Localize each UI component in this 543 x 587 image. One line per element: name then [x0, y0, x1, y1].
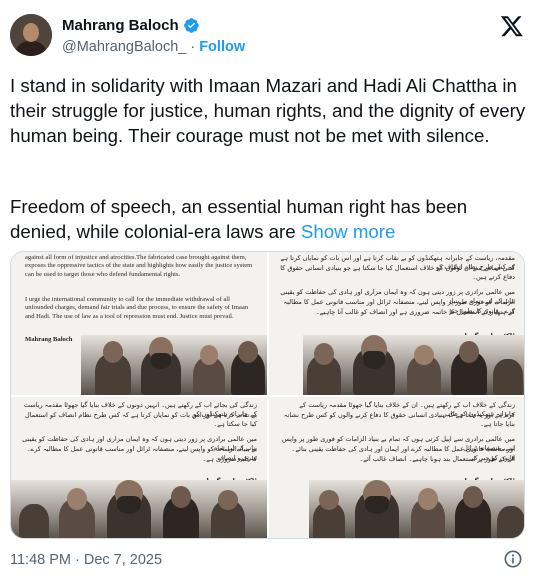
protest-photo [81, 335, 267, 395]
statement-signature: Mahrang Baloch [25, 336, 73, 343]
statement-text-english: against all form of injustice and atroci… [25, 254, 253, 278]
protest-photo [303, 335, 524, 395]
urdu-statement-line: بے نقاب کرتا ہے اور اس بات کو نمایاں کرت… [24, 411, 257, 428]
info-icon[interactable] [503, 549, 523, 569]
person-head [414, 345, 434, 365]
media-image-4[interactable]: زندگی کے خلاف اب کے رکھتے ہیں۔ ان کے خلا… [269, 397, 524, 538]
author-avatar[interactable] [10, 14, 52, 56]
tweet-paragraph-2-container: Freedom of speech, an essential human ri… [10, 194, 530, 244]
media-image-3[interactable]: زندگی کی بجائے اب کے رکھتے ہیں۔ انہیں دو… [11, 397, 267, 538]
person-beard [365, 496, 389, 514]
separator-dot: · [190, 39, 196, 55]
avatar-face [23, 23, 39, 42]
person-beard [151, 353, 171, 369]
media-image-1[interactable]: against all form of injustice and atroci… [11, 252, 267, 395]
person-beard [117, 496, 141, 514]
x-logo-icon[interactable] [500, 14, 524, 38]
person-head [418, 488, 438, 510]
person-head [314, 343, 334, 365]
urdu-statement-line: کے ہتھیار کے استعمال کا خاتمہ ضروری ہے ا… [315, 308, 515, 316]
follow-button[interactable]: Follow [199, 39, 245, 55]
person-head [200, 345, 218, 365]
person-figure [493, 359, 523, 395]
author-handle[interactable]: @MahrangBaloch_ [62, 39, 186, 55]
person-head [171, 486, 191, 508]
author-name-row: Mahrang Baloch [62, 15, 200, 35]
separator-dot: · [75, 552, 80, 568]
protest-photo [11, 480, 267, 538]
urdu-statement-line: آلے کے طور پر استعمال بند ہونا چاہیے۔ ان… [359, 455, 515, 463]
statement-text-english-2: I urge the international community to ca… [25, 296, 249, 320]
verified-badge-icon [183, 17, 199, 33]
protest-photo [309, 480, 524, 538]
tweet-paragraph-2: Freedom of speech, an essential human ri… [10, 196, 468, 243]
person-head [459, 341, 479, 363]
person-figure [497, 506, 524, 538]
author-handle-row: @MahrangBaloch_ · Follow [62, 38, 245, 56]
person-head [463, 486, 483, 508]
urdu-statement-line: کرتا ہے اور یہ بتاتا ہے کہ بنیادی انسانی… [283, 411, 515, 428]
tweet-time[interactable]: 11:48 PM [10, 552, 71, 568]
person-figure [19, 504, 49, 538]
media-grid: against all form of injustice and atroci… [10, 251, 525, 539]
urdu-statement-line: کا غلبہ ضروری ہے۔ [202, 455, 258, 463]
person-head [67, 488, 87, 510]
person-head [319, 490, 339, 510]
show-more-link[interactable]: Show more [301, 221, 396, 242]
timestamp-row: 11:48 PM · Dec 7, 2025 [10, 550, 162, 570]
tweet-text: I stand in solidarity with Imaan Mazari … [10, 73, 530, 149]
author-display-name[interactable]: Mahrang Baloch [62, 17, 179, 34]
person-head [238, 341, 258, 363]
person-beard [363, 351, 385, 369]
tweet-paragraph-1: I stand in solidarity with Imaan Mazari … [10, 75, 526, 147]
urdu-statement-line: کتنی آسانی سے ان لوگوں کے خلاف استعمال ک… [280, 264, 515, 281]
tweet-date[interactable]: Dec 7, 2025 [84, 552, 162, 568]
person-head [103, 341, 123, 363]
person-head [218, 490, 238, 510]
media-image-2[interactable]: مقدمہ، ریاست کے جابرانہ ہتھکنڈوں کو بے ن… [269, 252, 524, 395]
tweet-card: Mahrang Baloch @MahrangBaloch_ · Follow … [0, 0, 543, 587]
